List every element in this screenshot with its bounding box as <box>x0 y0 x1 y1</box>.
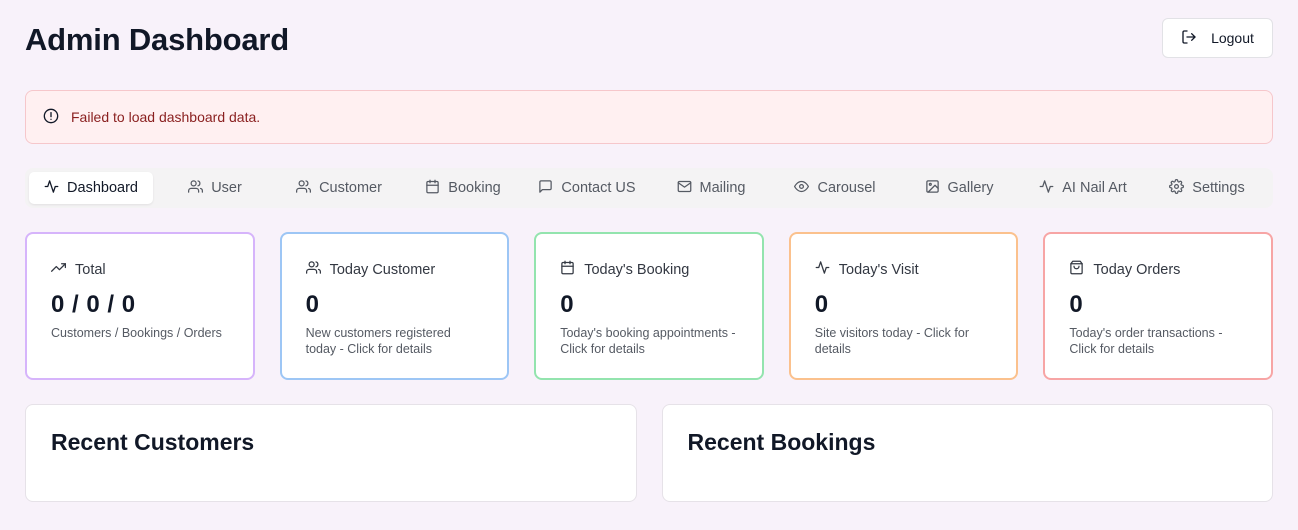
stat-card-total[interactable]: Total 0 / 0 / 0 Customers / Bookings / O… <box>25 232 255 380</box>
card-title: Today's Visit <box>838 261 919 278</box>
activity-icon <box>1039 179 1054 198</box>
stat-card-todays-booking[interactable]: Today's Booking 0 Today's booking appoin… <box>534 232 764 380</box>
tab-label: AI Nail Art <box>1062 180 1127 196</box>
tab-label: Dashboard <box>67 180 138 196</box>
tab-label: Mailing <box>699 180 746 196</box>
card-value: 0 <box>305 291 320 318</box>
stat-card-today-orders[interactable]: Today Orders 0 Today's order transaction… <box>1043 232 1273 380</box>
tab-dashboard[interactable]: Dashboard <box>29 172 153 204</box>
card-description: Site visitors today - Click for details <box>814 326 969 356</box>
card-value: 0 <box>814 291 829 318</box>
card-header: Today Orders <box>1069 260 1247 279</box>
card-description: Today's booking appointments - Click for… <box>560 326 736 356</box>
card-title: Total <box>75 261 106 278</box>
tab-label: Customer <box>319 180 382 196</box>
stat-cards: Total 0 / 0 / 0 Customers / Bookings / O… <box>25 232 1273 380</box>
tab-carousel[interactable]: Carousel <box>773 172 897 204</box>
page-title: Admin Dashboard <box>25 22 289 57</box>
tab-label: User <box>211 180 242 196</box>
card-description: Customers / Bookings / Orders <box>51 326 222 340</box>
mail-icon <box>677 179 692 198</box>
message-square-icon <box>538 179 553 198</box>
tab-ai-nail-art[interactable]: AI Nail Art <box>1021 172 1145 204</box>
calendar-icon <box>425 179 440 198</box>
recent-bookings-panel: Recent Bookings <box>661 404 1273 502</box>
tab-user[interactable]: User <box>153 172 277 204</box>
alert-circle-icon <box>43 108 59 127</box>
gear-icon <box>1169 178 1185 198</box>
card-value: 0 <box>560 291 575 318</box>
card-header: Total <box>51 260 229 279</box>
activity-icon <box>815 260 830 279</box>
tab-label: Gallery <box>947 180 994 196</box>
card-description: New customers registered today - Click f… <box>305 326 451 356</box>
admin-dashboard-page: Admin Dashboard Logout Failed to load da… <box>0 0 1298 530</box>
tab-settings[interactable]: Settings <box>1145 172 1269 204</box>
tab-booking[interactable]: Booking <box>401 172 525 204</box>
recent-customers-title: Recent Customers <box>51 429 255 455</box>
logout-icon <box>1181 29 1197 48</box>
recent-panels: Recent Customers Recent Bookings <box>25 404 1273 502</box>
stat-card-today-customer[interactable]: Today Customer 0 New customers registere… <box>279 232 510 380</box>
header: Admin Dashboard Logout <box>25 18 1273 60</box>
card-description: Today's order transactions - Click for d… <box>1069 326 1223 356</box>
tab-gallery[interactable]: Gallery <box>897 172 1021 204</box>
tab-contact-us[interactable]: Contact US <box>525 172 649 204</box>
shopping-bag-icon <box>1069 260 1084 279</box>
logout-label: Logout <box>1211 30 1254 46</box>
users-icon <box>305 260 321 279</box>
image-icon <box>925 179 940 198</box>
card-header: Today's Booking <box>560 260 738 279</box>
tab-label: Booking <box>448 180 501 196</box>
tab-label: Settings <box>1192 180 1245 196</box>
card-value: 0 <box>1069 291 1084 318</box>
users-icon <box>188 179 204 198</box>
activity-icon <box>44 179 59 198</box>
card-title: Today's Booking <box>584 261 690 278</box>
logout-button[interactable]: Logout <box>1162 18 1273 58</box>
card-value: 0 / 0 / 0 <box>51 291 136 318</box>
tab-customer[interactable]: Customer <box>277 172 401 204</box>
recent-customers-panel: Recent Customers <box>25 404 637 502</box>
stat-card-todays-visit[interactable]: Today's Visit 0 Site visitors today - Cl… <box>788 232 1019 380</box>
trending-up-icon <box>51 260 66 279</box>
tab-mailing[interactable]: Mailing <box>649 172 773 204</box>
nav-tabs: Dashboard User Customer Booking Contact … <box>25 168 1273 208</box>
recent-bookings-title: Recent Bookings <box>687 429 876 455</box>
eye-icon <box>794 179 810 198</box>
card-header: Today's Visit <box>815 260 993 279</box>
tab-label: Carousel <box>817 180 876 196</box>
alert-message: Failed to load dashboard data. <box>71 109 261 125</box>
calendar-icon <box>560 260 575 279</box>
card-title: Today Customer <box>329 261 436 278</box>
card-title: Today Orders <box>1093 261 1181 278</box>
tab-label: Contact US <box>561 180 636 196</box>
error-alert: Failed to load dashboard data. <box>25 90 1273 144</box>
users-icon <box>296 179 312 198</box>
card-header: Today Customer <box>305 260 484 279</box>
